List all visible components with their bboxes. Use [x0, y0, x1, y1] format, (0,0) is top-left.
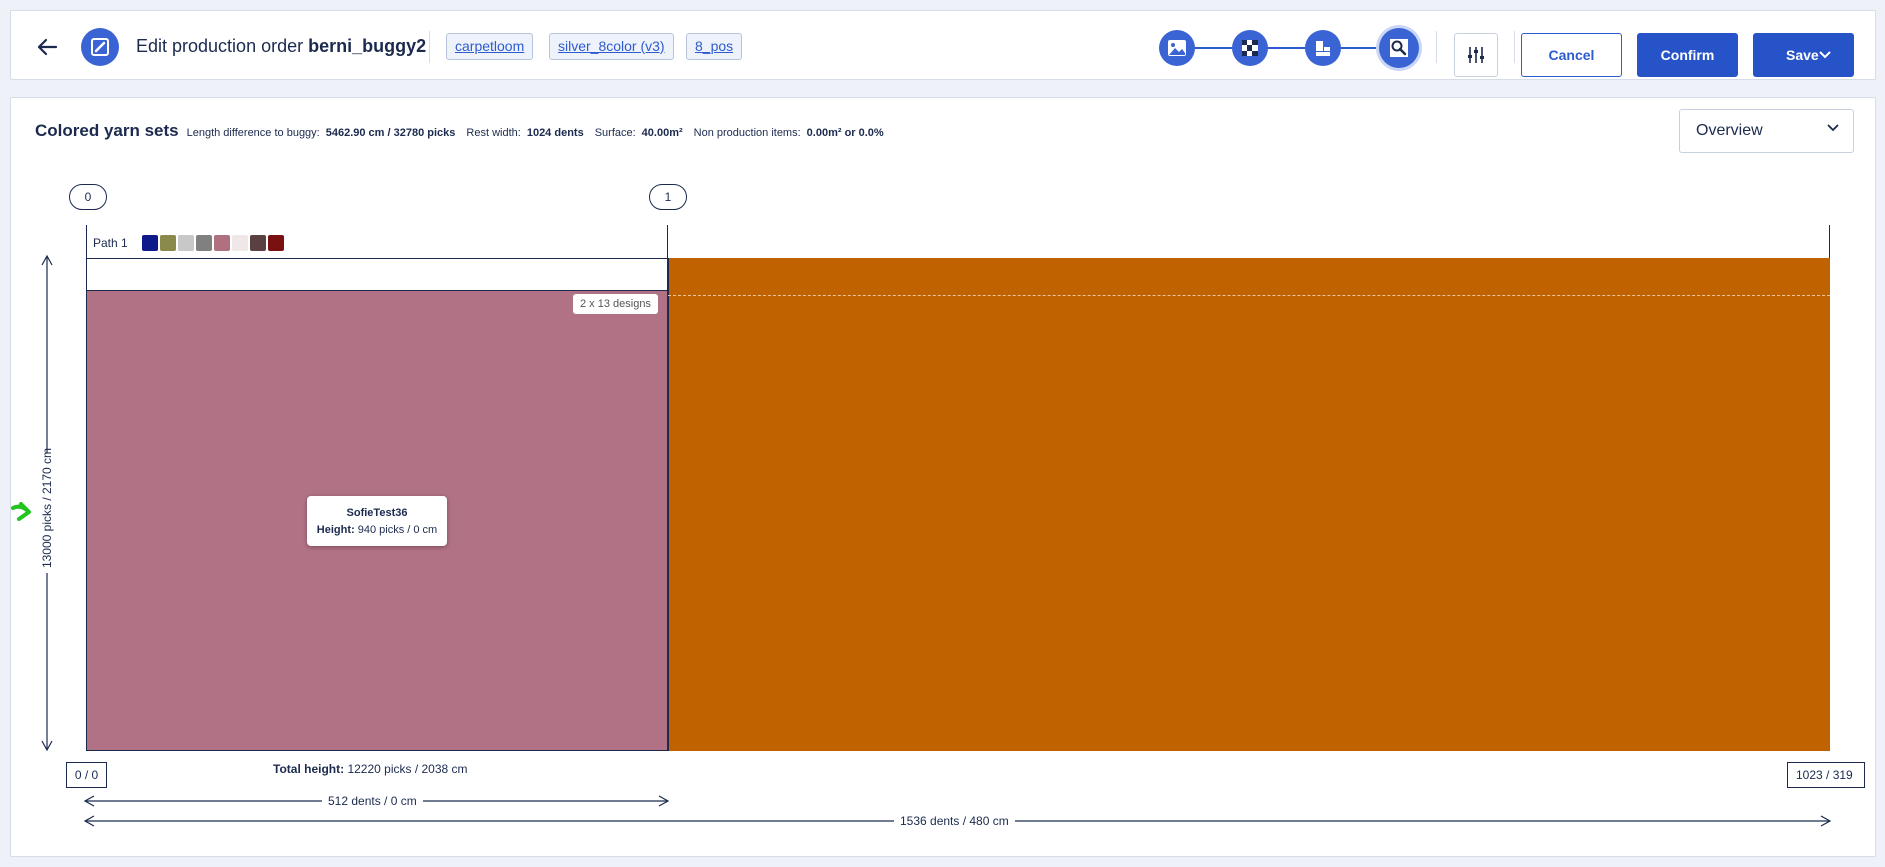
path-label: Path 1 [93, 236, 128, 250]
tooltip-height: Height: 940 picks / 0 cm [307, 522, 447, 539]
designs-count-badge: 2 x 13 designs [573, 294, 658, 314]
tag-positions[interactable]: 8_pos [686, 33, 743, 60]
non-production-label: Non production items: [693, 127, 801, 139]
save-label: Save [1786, 47, 1819, 63]
header-bar: Edit production order berni_buggy2 carpe… [10, 10, 1876, 80]
total-height-value: 12220 picks / 2038 cm [347, 762, 468, 776]
settings-sliders-button[interactable] [1454, 33, 1498, 77]
column-marker-0[interactable]: 0 [69, 184, 107, 210]
sliders-icon [1468, 47, 1484, 63]
non-production-value: 0.00m² or 0.0% [806, 127, 884, 139]
length-diff-label: Length difference to buggy: [186, 127, 320, 139]
right-boundary-line [1829, 225, 1830, 258]
yarn-swatch-1 [159, 235, 176, 251]
info-bar: Colored yarn sets Length difference to b… [35, 121, 895, 141]
chevron-down-icon [1827, 124, 1839, 132]
total-height-label: Total height: [273, 762, 345, 776]
yarn-swatch-2 [177, 235, 194, 251]
total-width-label: 1536 dents / 480 cm [894, 814, 1015, 828]
step-layout-icon[interactable] [1305, 30, 1341, 66]
step-checker-icon[interactable] [1232, 30, 1268, 66]
end-position-box: 1023 / 319 [1787, 762, 1865, 788]
segment-width-label: 512 dents / 0 cm [322, 794, 423, 808]
yarn-swatch-0 [141, 235, 158, 251]
cancel-button[interactable]: Cancel [1521, 33, 1622, 77]
dashed-guide-line [668, 295, 1830, 296]
section-title: Colored yarn sets [35, 121, 179, 140]
header-divider [1436, 31, 1437, 63]
total-height: Total height: 12220 picks / 2038 cm [273, 762, 468, 776]
header-divider [429, 31, 430, 63]
tooltip-height-label: Height: [316, 524, 355, 536]
view-select-value: Overview [1696, 122, 1763, 139]
confirm-button[interactable]: Confirm [1637, 33, 1738, 77]
step-image-icon[interactable] [1159, 30, 1195, 66]
yarn-swatch-6 [249, 235, 266, 251]
title-prefix: Edit production order [136, 36, 304, 56]
back-arrow-icon[interactable] [33, 33, 61, 61]
length-diff-value: 5462.90 cm / 32780 picks [325, 127, 456, 139]
surface-value: 40.00m² [641, 127, 683, 139]
save-button[interactable]: Save [1753, 33, 1854, 77]
page-title: Edit production order berni_buggy2 [136, 36, 426, 57]
design-block-orange[interactable] [668, 258, 1830, 751]
tooltip-design-name: SofieTest36 [346, 507, 408, 519]
edit-logo-icon [81, 28, 119, 66]
tooltip-height-value: 940 picks / 0 cm [357, 524, 438, 536]
rest-width-label: Rest width: [466, 127, 521, 139]
yarn-swatch-4 [213, 235, 230, 251]
yarn-swatch-7 [267, 235, 284, 251]
yarn-swatch-3 [195, 235, 212, 251]
start-position-box: 0 / 0 [66, 762, 107, 788]
yarn-swatches [141, 235, 286, 251]
tag-carpetloom[interactable]: carpetloom [446, 33, 534, 60]
empty-top-area [86, 258, 668, 290]
tag-color-set[interactable]: silver_8color (v3) [549, 33, 674, 60]
order-name: berni_buggy2 [308, 36, 427, 56]
workflow-steps [1159, 28, 1421, 68]
view-select[interactable]: Overview [1679, 109, 1854, 153]
main-panel: Colored yarn sets Length difference to b… [10, 97, 1876, 857]
steps-connector [1179, 47, 1401, 49]
rest-width-value: 1024 dents [526, 127, 584, 139]
surface-label: Surface: [594, 127, 636, 139]
yarn-swatch-5 [231, 235, 248, 251]
cursor-arrow-icon [11, 502, 31, 521]
chevron-down-icon [1819, 51, 1831, 59]
column-marker-1[interactable]: 1 [649, 184, 687, 210]
step-inspect-icon[interactable] [1379, 28, 1419, 68]
path-row[interactable]: Path 1 [86, 228, 667, 258]
design-tooltip: SofieTest36 Height: 940 picks / 0 cm [307, 496, 447, 546]
header-divider [1514, 31, 1515, 63]
